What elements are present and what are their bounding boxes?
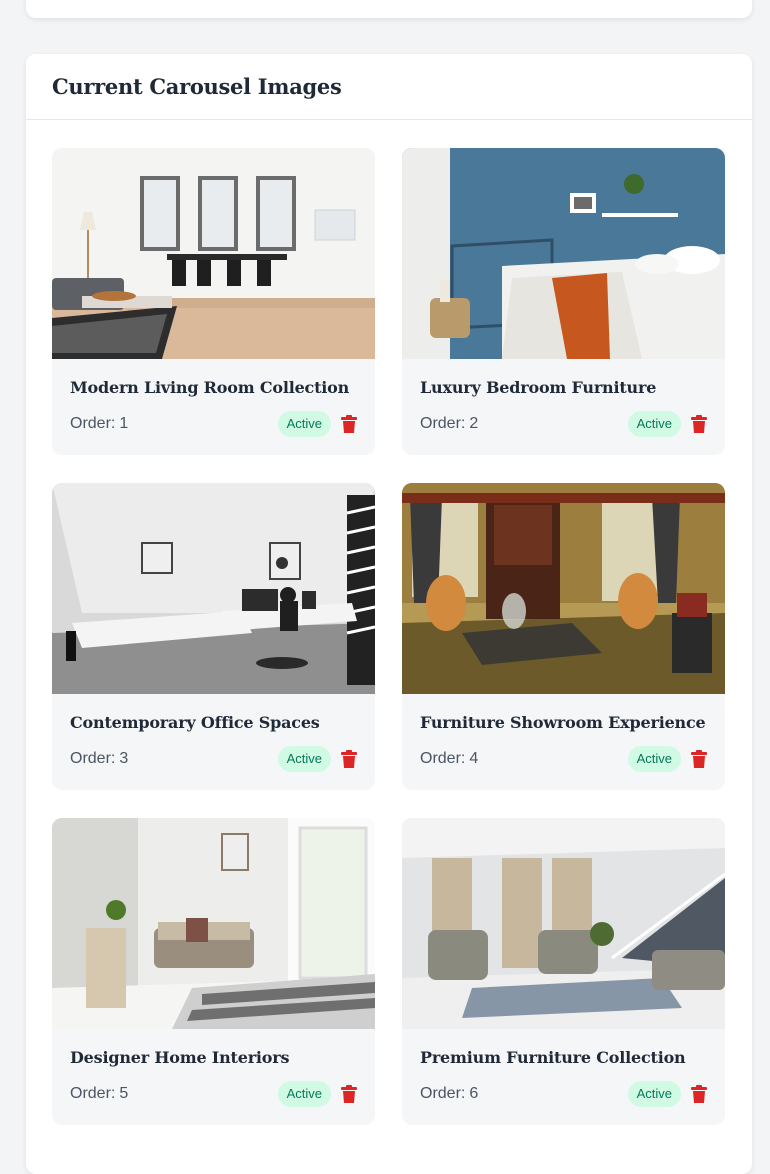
carousel-card: Luxury Bedroom Furniture Order: 2 Active — [402, 148, 725, 455]
trash-icon[interactable] — [691, 750, 707, 768]
status-badge: Active — [627, 411, 681, 437]
carousel-image — [402, 818, 725, 1029]
carousel-image — [402, 148, 725, 359]
carousel-card: Modern Living Room Collection Order: 1 Ac… — [52, 148, 375, 455]
card-title: Designer Home Interiors — [70, 1048, 290, 1067]
carousel-card: Premium Furniture Collection Order: 6 Act… — [402, 818, 725, 1125]
card-title: Furniture Showroom Experience — [420, 713, 706, 732]
carousel-image — [52, 483, 375, 694]
section-title: Current Carousel Images — [52, 74, 342, 99]
carousel-card: Furniture Showroom Experience Order: 4 Ac… — [402, 483, 725, 790]
card-title: Luxury Bedroom Furniture — [420, 378, 657, 397]
trash-icon[interactable] — [691, 415, 707, 433]
carousel-image — [52, 148, 375, 359]
carousel-image — [52, 818, 375, 1029]
carousel-card: Contemporary Office Spaces Order: 3 Activ… — [52, 483, 375, 790]
trash-icon[interactable] — [691, 1085, 707, 1103]
trash-icon[interactable] — [341, 1085, 357, 1103]
trash-icon[interactable] — [341, 750, 357, 768]
card-title: Premium Furniture Collection — [420, 1048, 686, 1067]
previous-section-card — [26, 0, 752, 18]
card-title: Contemporary Office Spaces — [70, 713, 320, 732]
carousel-images-panel: Current Carousel Images Modern Living Ro… — [26, 54, 752, 1174]
panel-header: Current Carousel Images — [26, 54, 752, 120]
status-badge: Active — [627, 1081, 681, 1107]
status-badge: Active — [277, 1081, 331, 1107]
status-badge: Active — [277, 746, 331, 772]
order-text: Order: 5 — [70, 1085, 129, 1102]
trash-icon[interactable] — [341, 415, 357, 433]
status-badge: Active — [277, 411, 331, 437]
status-badge: Active — [627, 746, 681, 772]
order-text: Order: 4 — [420, 750, 479, 767]
order-text: Order: 6 — [420, 1085, 479, 1102]
carousel-image — [402, 483, 725, 694]
carousel-card: Designer Home Interiors Order: 5 Active — [52, 818, 375, 1125]
order-text: Order: 3 — [70, 750, 129, 767]
order-text: Order: 2 — [420, 415, 479, 432]
order-text: Order: 1 — [70, 415, 129, 432]
card-title: Modern Living Room Collection — [70, 378, 350, 397]
